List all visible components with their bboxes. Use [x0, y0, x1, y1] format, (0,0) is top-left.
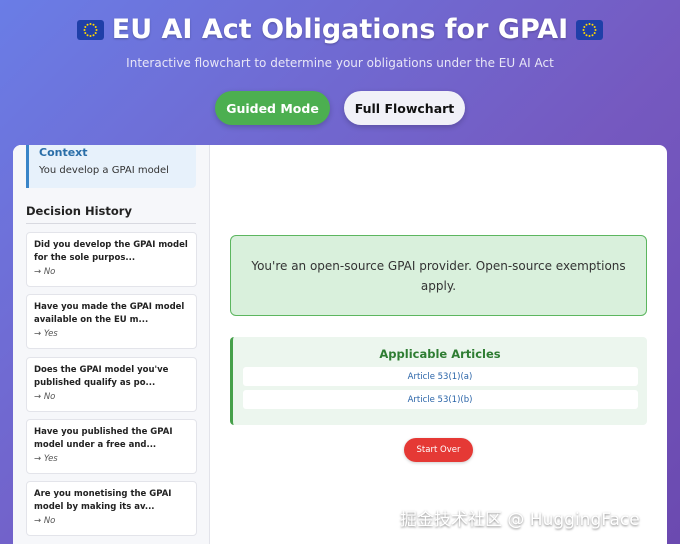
history-item[interactable]: Does the GPAI model you've published qua… — [26, 357, 197, 412]
applicable-articles-title: Applicable Articles — [379, 347, 501, 361]
history-answer: → Yes — [34, 454, 58, 464]
context-box: Context You develop a GPAI model — [26, 145, 196, 188]
watermark: 掘金技术社区 @ HuggingFace — [400, 510, 640, 530]
applicable-articles: Applicable Articles Article 53(1)(a) Art… — [230, 337, 647, 425]
context-title: Context — [39, 146, 88, 159]
full-flowchart-button[interactable]: Full Flowchart — [344, 91, 465, 125]
page-subtitle: Interactive flowchart to determine your … — [126, 56, 554, 70]
history-item[interactable]: Are you monetising the GPAI model by mak… — [26, 481, 197, 536]
page-title-text: EU AI Act Obligations for GPAI — [111, 14, 569, 45]
result-box: You're an open-source GPAI provider. Ope… — [230, 235, 647, 316]
sidebar: Context You develop a GPAI model Decisio… — [13, 145, 210, 544]
history-answer: → No — [34, 267, 56, 277]
guided-mode-button[interactable]: Guided Mode — [215, 91, 330, 125]
article-link[interactable]: Article 53(1)(a) — [242, 367, 638, 386]
history-question: Does the GPAI model you've published qua… — [34, 365, 169, 388]
history-item[interactable]: Did you develop the GPAI model for the s… — [26, 232, 197, 287]
history-answer: → No — [34, 392, 56, 402]
history-question: Did you develop the GPAI model for the s… — [34, 240, 188, 263]
eu-flag-icon — [576, 19, 604, 40]
history-question: Are you monetising the GPAI model by mak… — [34, 489, 172, 512]
eu-flag-icon — [76, 19, 104, 40]
history-answer: → Yes — [34, 329, 58, 339]
start-over-button[interactable]: Start Over — [404, 438, 473, 462]
context-text: You develop a GPAI model — [39, 165, 169, 176]
page-title: EU AI Act Obligations for GPAI — [0, 14, 680, 45]
decision-history-title: Decision History — [26, 204, 196, 224]
main-panel: Context You develop a GPAI model Decisio… — [13, 145, 667, 544]
history-question: Have you published the GPAI model under … — [34, 427, 173, 450]
history-answer: → No — [34, 516, 56, 526]
history-item[interactable]: Have you made the GPAI model available o… — [26, 294, 197, 349]
article-link[interactable]: Article 53(1)(b) — [242, 390, 638, 409]
history-item[interactable]: Have you published the GPAI model under … — [26, 419, 197, 474]
history-question: Have you made the GPAI model available o… — [34, 302, 185, 325]
